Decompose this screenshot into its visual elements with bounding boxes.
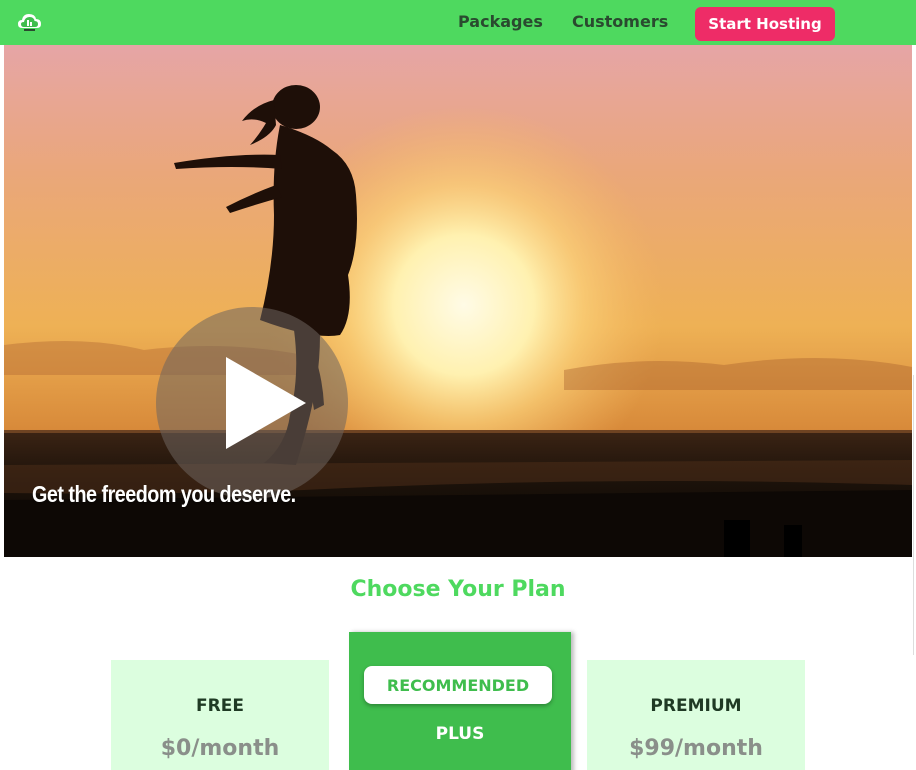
cloud-logo-icon[interactable] bbox=[17, 9, 42, 34]
recommended-badge: RECOMMENDED bbox=[364, 666, 552, 704]
plan-name: FREE bbox=[196, 696, 244, 716]
start-hosting-button[interactable]: Start Hosting bbox=[695, 7, 835, 41]
plan-price: $99/month bbox=[629, 736, 763, 761]
nav-link-customers[interactable]: Customers bbox=[572, 12, 668, 31]
hero-video[interactable]: Get the freedom you deserve. bbox=[4, 45, 912, 557]
navbar: Packages Customers Start Hosting bbox=[0, 0, 916, 45]
hero-tagline: Get the freedom you deserve. bbox=[32, 481, 296, 507]
pricing-title: Choose Your Plan bbox=[350, 577, 566, 602]
play-button[interactable] bbox=[156, 307, 348, 499]
plan-card-free[interactable]: FREE $0/month bbox=[111, 660, 329, 770]
page-edge-divider bbox=[912, 45, 916, 770]
plan-card-plus[interactable]: RECOMMENDED PLUS bbox=[349, 632, 571, 770]
plan-price: $0/month bbox=[160, 736, 280, 761]
plan-name: PREMIUM bbox=[650, 696, 742, 716]
plan-card-premium[interactable]: PREMIUM $99/month bbox=[587, 660, 805, 770]
nav-link-packages[interactable]: Packages bbox=[458, 12, 543, 31]
plan-name: PLUS bbox=[435, 724, 485, 744]
play-icon bbox=[226, 357, 306, 449]
